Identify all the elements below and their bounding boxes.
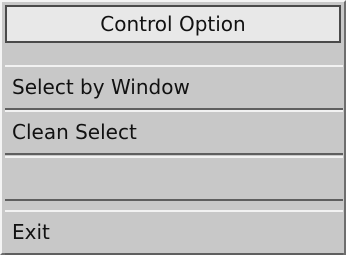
menu-title: Control Option [5, 5, 341, 43]
menu-item-select-by-window[interactable]: Select by Window [5, 65, 343, 110]
control-option-menu: Control Option Select by Window Clean Se… [0, 0, 346, 255]
menu-item-clean-select[interactable]: Clean Select [5, 110, 343, 155]
menu-item-empty[interactable] [5, 156, 343, 201]
menu-item-exit[interactable]: Exit [5, 210, 343, 255]
